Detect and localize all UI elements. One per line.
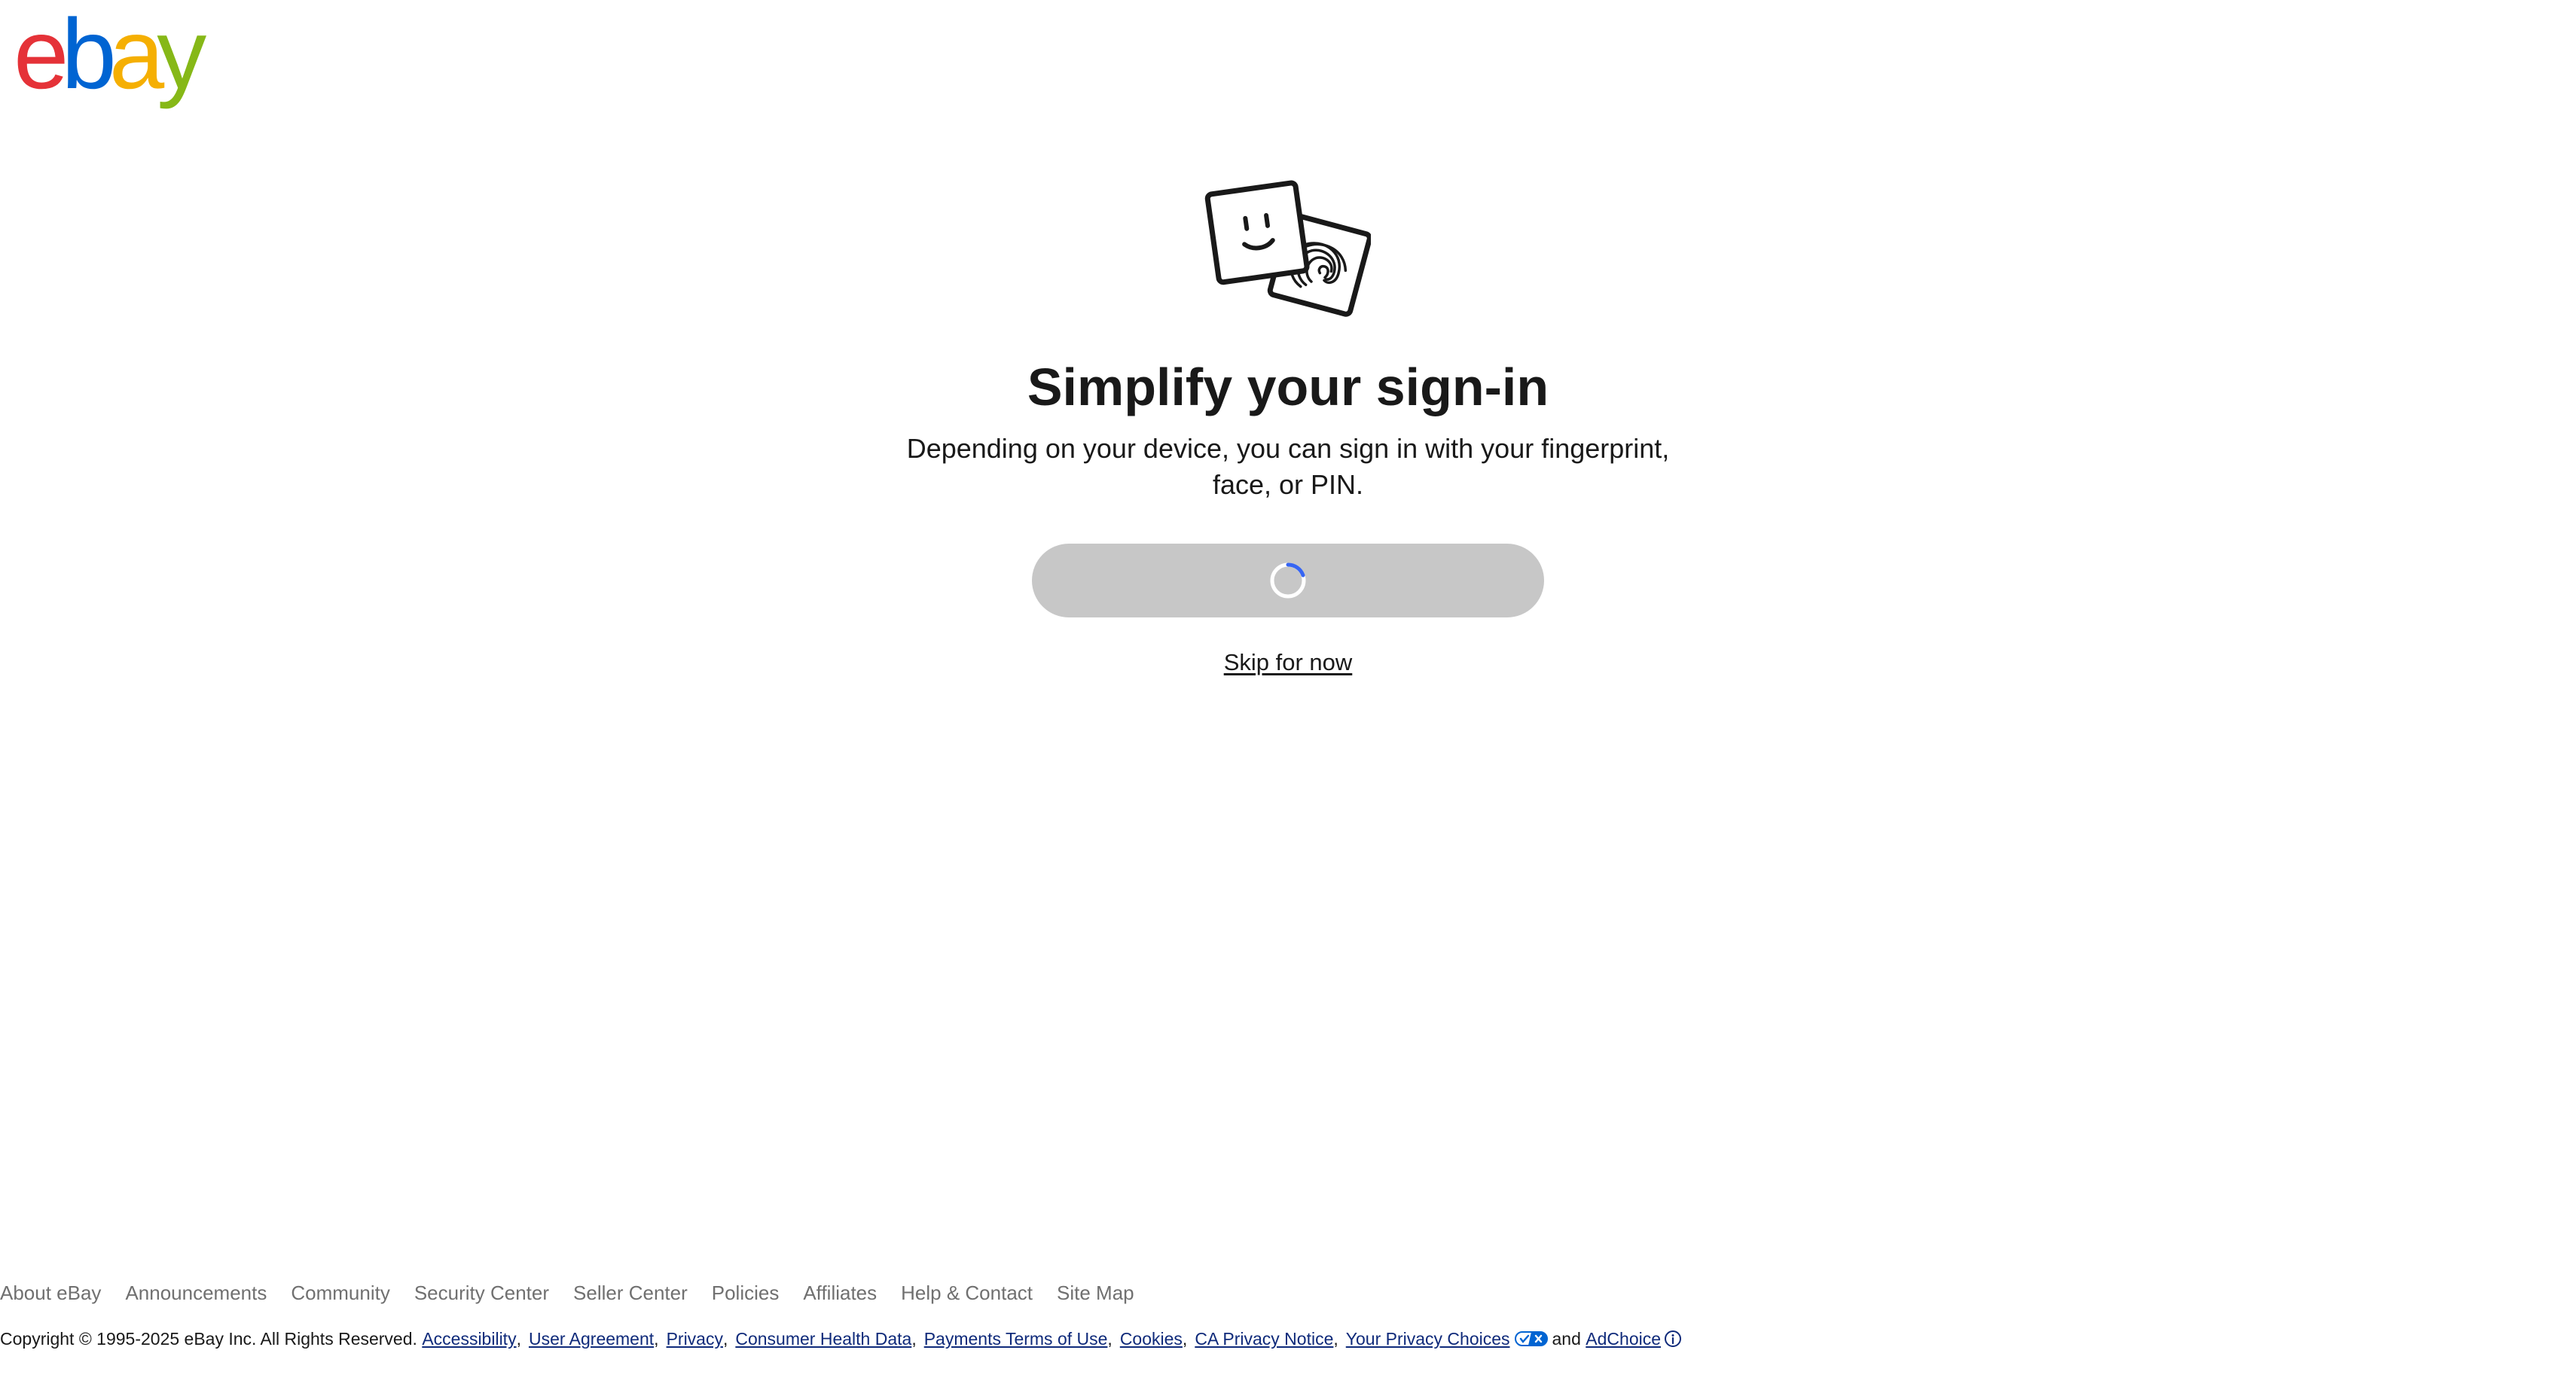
separator: , [516, 1329, 521, 1349]
conjunction-text: and [1552, 1329, 1581, 1349]
footer-link-about-ebay[interactable]: About eBay [0, 1280, 101, 1306]
page-title: Simplify your sign-in [1027, 358, 1549, 416]
legal-link-payments-terms[interactable]: Payments Terms of Use [924, 1327, 1108, 1351]
separator: , [1182, 1329, 1188, 1349]
skip-link-container: Skip for now [0, 648, 2576, 678]
separator: , [1333, 1329, 1338, 1349]
ebay-logo[interactable]: ebay [14, 0, 206, 109]
privacy-choices-toggle-icon [1514, 1331, 1548, 1346]
legal-link-adchoice[interactable]: AdChoice [1586, 1327, 1661, 1351]
footer-link-help-contact[interactable]: Help & Contact [901, 1280, 1033, 1306]
legal-link-cookies[interactable]: Cookies [1120, 1327, 1183, 1351]
separator: , [722, 1329, 728, 1349]
legal-link-your-privacy-choices[interactable]: Your Privacy Choices [1346, 1327, 1510, 1351]
legal-link-user-agreement[interactable]: User Agreement [529, 1327, 654, 1351]
footer-link-security-center[interactable]: Security Center [414, 1280, 549, 1306]
footer-link-announcements[interactable]: Announcements [125, 1280, 267, 1306]
copyright-line: Copyright © 1995-2025 eBay Inc. All Righ… [0, 1327, 1682, 1351]
skip-for-now-link[interactable]: Skip for now [1224, 649, 1353, 675]
footer-link-seller-center[interactable]: Seller Center [573, 1280, 688, 1306]
copyright-text: Copyright © 1995-2025 eBay Inc. All Righ… [0, 1329, 417, 1349]
logo-letter-b: b [61, 0, 116, 109]
footer-link-policies[interactable]: Policies [712, 1280, 780, 1306]
legal-link-privacy[interactable]: Privacy [667, 1327, 723, 1351]
separator: , [1107, 1329, 1113, 1349]
page: ebay Simplify your sign-in Depending on … [0, 0, 2576, 1399]
logo-letter-a: a [108, 0, 164, 109]
footer-link-affiliates[interactable]: Affiliates [803, 1280, 877, 1306]
logo-letter-y: y [157, 0, 206, 109]
footer-link-site-map[interactable]: Site Map [1057, 1280, 1134, 1306]
loading-spinner-icon [1270, 562, 1306, 599]
info-icon [1665, 1330, 1682, 1347]
legal-link-ca-privacy-notice[interactable]: CA Privacy Notice [1195, 1327, 1333, 1351]
face-and-fingerprint-icon [1204, 180, 1371, 317]
footer-link-community[interactable]: Community [291, 1280, 389, 1306]
separator: , [911, 1329, 917, 1349]
legal-link-consumer-health-data[interactable]: Consumer Health Data [735, 1327, 911, 1351]
legal-link-accessibility[interactable]: Accessibility [422, 1327, 516, 1351]
footer-nav: About eBay Announcements Community Secur… [0, 1280, 1134, 1306]
logo-letter-e: e [14, 0, 69, 109]
page-description: Depending on your device, you can sign i… [906, 433, 1670, 500]
separator: , [654, 1329, 659, 1349]
passkey-setup-button[interactable] [1032, 544, 1544, 617]
